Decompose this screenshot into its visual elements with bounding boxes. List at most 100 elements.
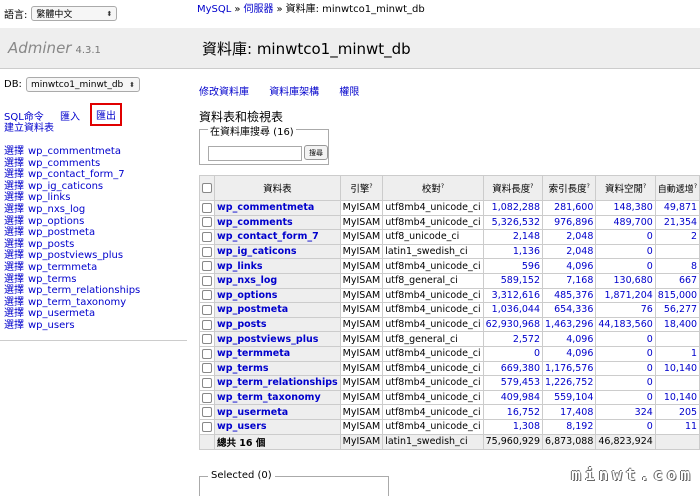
modify-database-link[interactable]: 修改資料庫 bbox=[199, 87, 249, 98]
select-link[interactable]: 選擇 bbox=[4, 320, 24, 331]
sidebar-table-link[interactable]: wp_postmeta bbox=[28, 227, 95, 238]
index-length-link[interactable]: 4,096 bbox=[566, 348, 593, 359]
data-length-link[interactable]: 409,984 bbox=[501, 392, 540, 403]
sidebar-table-link[interactable]: wp_links bbox=[28, 192, 70, 203]
data-free-link[interactable]: 0 bbox=[647, 377, 653, 388]
data-length-link[interactable]: 2,148 bbox=[513, 231, 540, 242]
auto-increment-link[interactable]: 10,140 bbox=[664, 392, 697, 403]
search-button[interactable]: 搜尋 bbox=[304, 145, 328, 160]
data-length-link[interactable]: 589,152 bbox=[501, 275, 540, 286]
index-length-link[interactable]: 4,096 bbox=[566, 334, 593, 345]
row-checkbox[interactable] bbox=[202, 363, 212, 373]
auto-increment-link[interactable]: 1 bbox=[691, 348, 697, 359]
row-checkbox[interactable] bbox=[202, 378, 212, 388]
select-link[interactable]: 選擇 bbox=[4, 192, 24, 203]
data-free-link[interactable]: 0 bbox=[647, 363, 653, 374]
index-length-link[interactable]: 17,408 bbox=[560, 407, 593, 418]
index-length-link[interactable]: 559,104 bbox=[554, 392, 593, 403]
auto-increment-link[interactable]: 21,354 bbox=[664, 217, 697, 228]
data-free-link[interactable]: 0 bbox=[647, 246, 653, 257]
selected-legend[interactable]: Selected (0) bbox=[208, 470, 275, 481]
data-length-link[interactable]: 1,036,044 bbox=[492, 304, 540, 315]
auto-increment-link[interactable]: 10,140 bbox=[664, 363, 697, 374]
table-name-link[interactable]: wp_comments bbox=[217, 217, 293, 228]
auto-increment-link[interactable]: 8 bbox=[691, 261, 697, 272]
sidebar-table-link[interactable]: wp_ig_caticons bbox=[28, 181, 103, 192]
help-link[interactable]: ? bbox=[694, 183, 697, 190]
table-name-link[interactable]: wp_ig_caticons bbox=[217, 246, 297, 257]
select-link[interactable]: 選擇 bbox=[4, 239, 24, 250]
data-free-link[interactable]: 0 bbox=[647, 392, 653, 403]
breadcrumb-mysql[interactable]: MySQL bbox=[197, 4, 231, 15]
select-link[interactable]: 選擇 bbox=[4, 262, 24, 273]
data-free-link[interactable]: 148,380 bbox=[614, 202, 653, 213]
row-checkbox[interactable] bbox=[202, 217, 212, 227]
sidebar-table-link[interactable]: wp_posts bbox=[28, 239, 74, 250]
sidebar-table-link[interactable]: wp_options bbox=[28, 216, 84, 227]
data-length-link[interactable]: 2,572 bbox=[513, 334, 540, 345]
table-name-link[interactable]: wp_postviews_plus bbox=[217, 334, 318, 345]
import-link[interactable]: 匯入 bbox=[60, 108, 80, 123]
data-free-link[interactable]: 324 bbox=[635, 407, 653, 418]
select-link[interactable]: 選擇 bbox=[4, 285, 24, 296]
row-checkbox[interactable] bbox=[202, 290, 212, 300]
data-free-link[interactable]: 0 bbox=[647, 421, 653, 432]
privileges-link[interactable]: 權限 bbox=[339, 87, 359, 98]
row-checkbox[interactable] bbox=[202, 334, 212, 344]
table-name-link[interactable]: wp_terms bbox=[217, 363, 269, 374]
sidebar-table-link[interactable]: wp_contact_form_7 bbox=[28, 169, 125, 180]
select-link[interactable]: 選擇 bbox=[4, 146, 24, 157]
sidebar-table-link[interactable]: wp_commentmeta bbox=[28, 146, 121, 157]
row-checkbox[interactable] bbox=[202, 393, 212, 403]
data-length-link[interactable]: 596 bbox=[522, 261, 540, 272]
auto-increment-link[interactable]: 11 bbox=[685, 421, 697, 432]
select-link[interactable]: 選擇 bbox=[4, 274, 24, 285]
row-checkbox[interactable] bbox=[202, 276, 212, 286]
select-all-checkbox[interactable] bbox=[202, 183, 212, 193]
index-length-link[interactable]: 281,600 bbox=[554, 202, 593, 213]
sidebar-table-link[interactable]: wp_nxs_log bbox=[28, 204, 85, 215]
table-name-link[interactable]: wp_postmeta bbox=[217, 304, 288, 315]
data-length-link[interactable]: 579,453 bbox=[501, 377, 540, 388]
data-length-link[interactable]: 16,752 bbox=[507, 407, 540, 418]
data-length-link[interactable]: 3,312,616 bbox=[492, 290, 540, 301]
select-link[interactable]: 選擇 bbox=[4, 227, 24, 238]
data-free-link[interactable]: 489,700 bbox=[614, 217, 653, 228]
select-link[interactable]: 選擇 bbox=[4, 216, 24, 227]
table-name-link[interactable]: wp_commentmeta bbox=[217, 202, 314, 213]
db-select[interactable]: minwtco1_minwt_db ⬍ bbox=[26, 77, 140, 92]
row-checkbox[interactable] bbox=[202, 232, 212, 242]
row-checkbox[interactable] bbox=[202, 203, 212, 213]
help-link[interactable]: ? bbox=[530, 183, 533, 190]
help-link[interactable]: ? bbox=[587, 183, 590, 190]
help-link[interactable]: ? bbox=[369, 183, 372, 190]
sidebar-table-link[interactable]: wp_term_relationships bbox=[28, 285, 140, 296]
export-link[interactable]: 匯出 bbox=[90, 103, 122, 126]
index-length-link[interactable]: 4,096 bbox=[566, 261, 593, 272]
data-free-link[interactable]: 0 bbox=[647, 348, 653, 359]
sidebar-table-link[interactable]: wp_termmeta bbox=[28, 262, 97, 273]
table-name-link[interactable]: wp_posts bbox=[217, 319, 267, 330]
database-schema-link[interactable]: 資料庫架構 bbox=[269, 87, 319, 98]
row-checkbox[interactable] bbox=[202, 349, 212, 359]
table-name-link[interactable]: wp_links bbox=[217, 261, 263, 272]
table-name-link[interactable]: wp_nxs_log bbox=[217, 275, 277, 286]
table-name-link[interactable]: wp_term_taxonomy bbox=[217, 392, 321, 403]
data-length-link[interactable]: 1,082,288 bbox=[492, 202, 540, 213]
data-free-link[interactable]: 1,871,204 bbox=[604, 290, 652, 301]
index-length-link[interactable]: 976,896 bbox=[554, 217, 593, 228]
select-link[interactable]: 選擇 bbox=[4, 297, 24, 308]
index-length-link[interactable]: 7,168 bbox=[566, 275, 593, 286]
sidebar-table-link[interactable]: wp_users bbox=[28, 320, 75, 331]
create-table-link[interactable]: 建立資料表 bbox=[4, 119, 54, 134]
sort-data-free[interactable]: 資料空閒 bbox=[605, 184, 643, 195]
row-checkbox[interactable] bbox=[202, 261, 212, 271]
table-name-link[interactable]: wp_users bbox=[217, 421, 267, 432]
data-free-link[interactable]: 0 bbox=[647, 231, 653, 242]
select-link[interactable]: 選擇 bbox=[4, 169, 24, 180]
select-link[interactable]: 選擇 bbox=[4, 204, 24, 215]
sort-index-length[interactable]: 索引長度 bbox=[549, 184, 587, 195]
row-checkbox[interactable] bbox=[202, 247, 212, 257]
table-name-link[interactable]: wp_usermeta bbox=[217, 407, 288, 418]
sort-auto-increment[interactable]: 自動遞增 bbox=[658, 185, 694, 195]
